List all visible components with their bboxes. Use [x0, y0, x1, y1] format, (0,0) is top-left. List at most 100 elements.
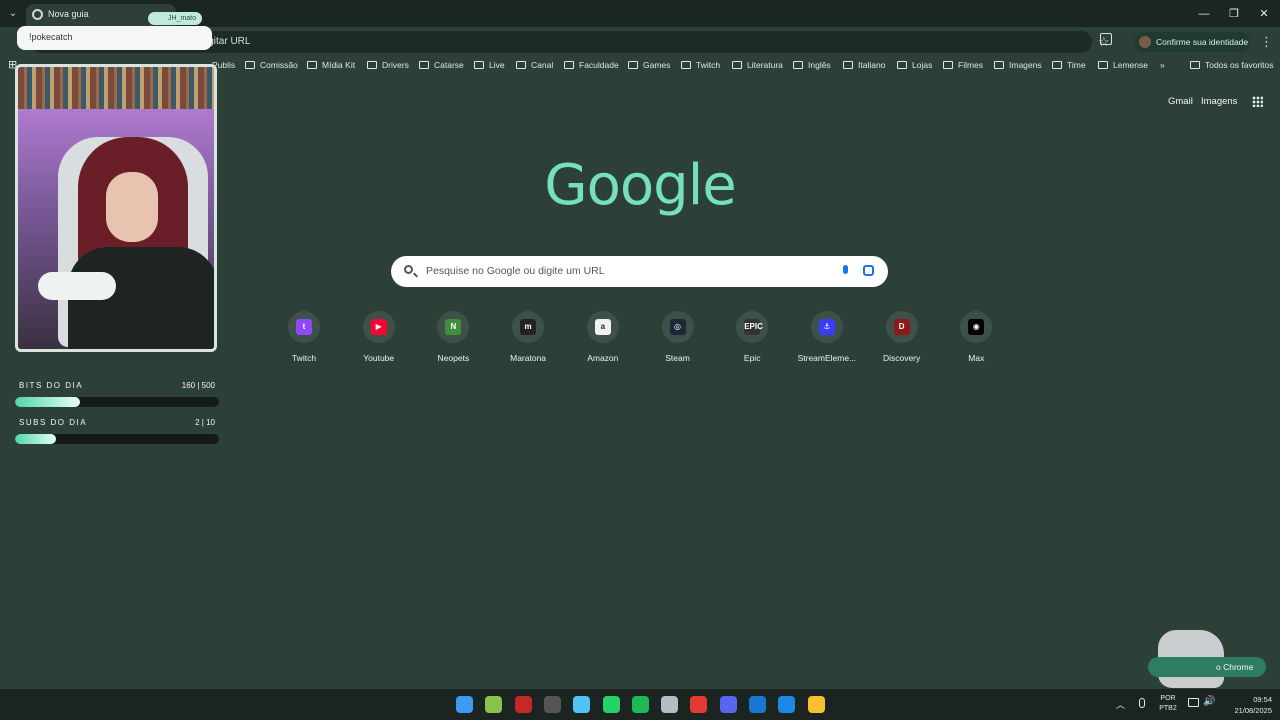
bookmark-folder[interactable]: Time [1052, 60, 1086, 70]
tray-overflow-icon[interactable]: ︿ [1116, 698, 1125, 711]
folder-icon [1190, 61, 1200, 69]
shortcut-streameleme[interactable]: ⚓ StreamEleme... [791, 309, 863, 369]
shortcut-label: Epic [743, 353, 761, 363]
more-menu-icon[interactable]: ⋮ [1260, 34, 1273, 50]
bits-progress-bar [15, 397, 219, 407]
edge-icon[interactable] [778, 696, 796, 713]
voice-search-icon[interactable] [843, 265, 848, 274]
bookmark-folder[interactable]: Comissão [245, 60, 298, 70]
epic-favicon-icon: EPIC [744, 319, 763, 335]
shortcut-maratona[interactable]: m Maratona [492, 309, 564, 369]
bookmark-folder[interactable]: Literatura [732, 60, 783, 70]
tab-search-chevron-icon[interactable]: ⌄ [4, 5, 22, 23]
chrome-icon[interactable] [807, 696, 825, 713]
bookmark-folder[interactable]: Twitch [681, 60, 720, 70]
volume-icon[interactable]: 🔊 [1203, 696, 1215, 707]
minimize-icon[interactable]: — [1193, 6, 1215, 22]
bookmark-folder[interactable]: Filmes [943, 60, 983, 70]
bits-value: 160 | 500 [181, 381, 215, 390]
subs-progress-fill [15, 434, 56, 444]
shortcut-label: Twitch [291, 353, 317, 363]
shortcut-icon-circle: t [288, 311, 320, 343]
clock[interactable]: 09:54 21/08/2025 [1220, 694, 1272, 716]
network-icon[interactable] [1188, 698, 1199, 707]
bookmark-folder[interactable]: Live [474, 60, 505, 70]
bookmark-folder[interactable]: Canal [516, 60, 553, 70]
bookmarks-overflow-button[interactable]: » [1160, 60, 1165, 70]
shortcut-label: Max [968, 353, 985, 363]
gmail-link[interactable]: Gmail [1168, 96, 1193, 107]
lens-search-icon[interactable] [863, 265, 874, 276]
close-icon[interactable]: ✕ [1253, 6, 1275, 22]
bookmark-folder[interactable]: Italiano [843, 60, 885, 70]
video-app-icon[interactable] [514, 696, 532, 713]
google-apps-icon[interactable] [1252, 96, 1263, 107]
outlook-icon[interactable] [749, 696, 766, 713]
identity-button[interactable]: Confirme sua identidade [1134, 32, 1250, 52]
tab-title: Nova guia [48, 9, 89, 19]
images-link[interactable]: Imagens [1201, 96, 1237, 107]
discord-icon[interactable] [719, 696, 737, 713]
address-bar-text: igitar URL [206, 36, 251, 47]
folder-icon [419, 61, 429, 69]
maratona-favicon-icon: m [520, 319, 537, 335]
bookmark-folder[interactable]: Drivers [367, 60, 409, 70]
shortcut-label: StreamEleme... [797, 353, 857, 363]
search-input[interactable] [426, 261, 826, 281]
max-favicon-icon: ◉ [968, 319, 985, 335]
windows-start-icon[interactable] [456, 696, 473, 713]
shortcut-max[interactable]: ◉ Max [940, 309, 1012, 369]
maps-pin-icon[interactable] [690, 696, 708, 713]
microphone-icon[interactable] [1139, 698, 1145, 708]
shortcut-epic[interactable]: EPIC Epic [716, 309, 788, 369]
shortcut-youtube[interactable]: ▶ Youtube [343, 309, 415, 369]
language-indicator[interactable]: POR PTB2 [1156, 694, 1180, 714]
shortcut-icon-circle: m [512, 311, 545, 343]
shortcut-steam[interactable]: ◎ Steam [642, 309, 714, 369]
shortcut-discovery[interactable]: D Discovery [866, 309, 938, 369]
app-wave-icon[interactable] [661, 696, 679, 713]
customize-chrome-button[interactable]: o Chrome [1148, 657, 1266, 677]
discovery-favicon-icon: D [893, 319, 910, 335]
spotify-icon[interactable] [631, 696, 649, 713]
webcam-overlay [15, 64, 217, 352]
subs-progress-bar [15, 434, 219, 444]
shortcut-label: Neopets [437, 353, 470, 363]
bookmark-folder[interactable]: Mídia Kit [307, 60, 355, 70]
google-logo: Google [544, 153, 736, 218]
all-bookmarks-folder[interactable]: Todos os favoritos [1190, 60, 1274, 70]
youtube-favicon-icon: ▶ [370, 319, 387, 335]
search-box[interactable] [391, 256, 888, 287]
customize-label: o Chrome [1216, 662, 1254, 672]
folder-icon [897, 61, 907, 69]
chat-message-text: !pokecatch [29, 32, 73, 42]
folder-icon [516, 61, 526, 69]
restore-icon[interactable]: ❐ [1223, 6, 1245, 22]
shortcut-icon-circle: EPIC [736, 311, 769, 343]
extensions-icon[interactable] [1100, 33, 1112, 45]
taskbar: ︿ POR PTB2 🔊 09:54 21/08/2025 [0, 689, 1280, 720]
shortcut-icon-circle: N [437, 311, 470, 343]
microphone [38, 272, 116, 300]
shortcut-neopets[interactable]: N Neopets [417, 309, 489, 369]
shortcut-icon-circle: ◉ [960, 311, 993, 343]
obs-icon[interactable] [543, 696, 561, 713]
folder-icon [628, 61, 638, 69]
bookmark-folder[interactable]: Games [628, 60, 670, 70]
subs-value: 2 | 10 [195, 418, 215, 427]
shortcut-amazon[interactable]: a Amazon [567, 309, 639, 369]
bookmark-folder[interactable]: Catarse [419, 60, 464, 70]
bookmark-folder[interactable]: Lojas [897, 60, 932, 70]
folder-icon [843, 61, 853, 69]
shortcut-twitch[interactable]: t Twitch [268, 309, 340, 369]
bookmark-folder[interactable]: Inglês [793, 60, 831, 70]
notepad-icon[interactable] [573, 696, 591, 713]
folder-icon [1052, 61, 1062, 69]
app-green-arrow-icon[interactable] [485, 696, 503, 713]
shortcut-icon-circle: ⚓ [810, 311, 843, 343]
bookmark-folder[interactable]: Faculdade [564, 60, 619, 70]
folder-icon [793, 61, 803, 69]
bookmark-folder[interactable]: Lemense [1098, 60, 1148, 70]
whatsapp-icon[interactable] [602, 696, 620, 713]
bookmark-folder[interactable]: Imagens [994, 60, 1042, 70]
